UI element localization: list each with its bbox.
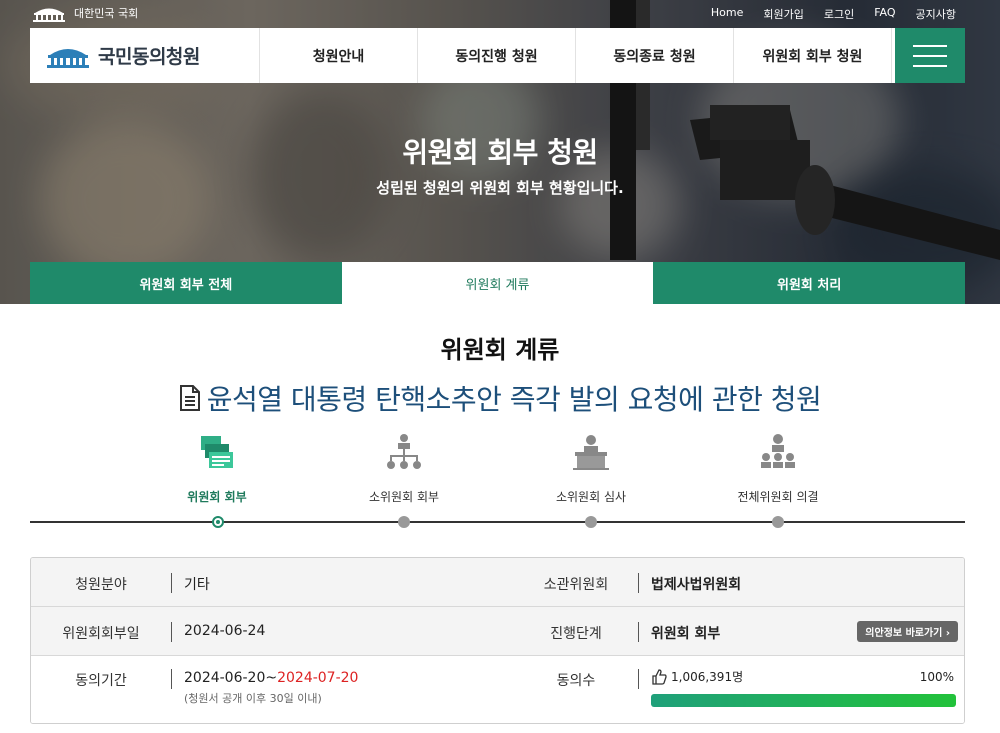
agree-progress-bar bbox=[651, 694, 956, 707]
step-track bbox=[30, 521, 965, 523]
tab-all-referred[interactable]: 위원회 회부 전체 bbox=[30, 262, 342, 304]
separator bbox=[638, 669, 639, 689]
referral-date-value: 2024-06-24 bbox=[184, 623, 266, 639]
gov-name: 대한민국 국회 bbox=[74, 7, 139, 20]
hamburger-line bbox=[913, 54, 947, 57]
period-note: (청원서 공개 이후 30일 이내) bbox=[184, 692, 322, 705]
petition-title-text: 윤석열 대통령 탄핵소추안 즉각 발의 요청에 관한 청원 bbox=[206, 383, 822, 416]
thumbs-up-icon bbox=[652, 668, 667, 685]
document-icon bbox=[179, 385, 200, 411]
step-committee-referral: 위원회 회부 bbox=[142, 430, 292, 505]
field-label: 청원분야 bbox=[75, 577, 127, 593]
assembly-building-icon bbox=[47, 48, 89, 68]
agree-count: 1,006,391명 bbox=[671, 670, 744, 684]
period-value: 2024-06-20~2024-07-20 (청원서 공개 이후 30일 이내) bbox=[184, 670, 358, 706]
step-label: 위원회 회부 bbox=[187, 490, 247, 504]
info-row: 위원회회부일 2024-06-24 진행단계 위원회 회부 의안정보 바로가기 … bbox=[31, 607, 964, 656]
faq-link[interactable]: FAQ bbox=[874, 6, 895, 22]
committee-value: 법제사법위원회 bbox=[651, 577, 742, 593]
national-assembly-logo[interactable]: 대한민국 국회 bbox=[32, 4, 138, 22]
period-label: 동의기간 bbox=[75, 673, 127, 689]
assembly-building-icon bbox=[33, 8, 65, 22]
referral-date-label: 위원회회부일 bbox=[62, 626, 140, 642]
hero-title: 위원회 회부 청원 bbox=[402, 136, 598, 169]
field-value: 기타 bbox=[184, 577, 210, 593]
site-logo[interactable]: 국민동의청원 bbox=[30, 28, 260, 83]
hamburger-line bbox=[913, 64, 947, 67]
login-link[interactable]: 로그인 bbox=[824, 6, 854, 22]
separator bbox=[171, 669, 172, 689]
step-dot bbox=[772, 516, 784, 528]
bill-info-link-button[interactable]: 의안정보 바로가기 › bbox=[857, 621, 958, 642]
info-row: 동의기간 2024-06-20~2024-07-20 (청원서 공개 이후 30… bbox=[31, 656, 964, 723]
agree-label: 동의수 bbox=[556, 673, 596, 689]
main-navigation: 국민동의청원 청원안내 동의진행 청원 동의종료 청원 위원회 회부 청원 bbox=[30, 28, 965, 83]
home-link[interactable]: Home bbox=[711, 6, 743, 22]
separator bbox=[171, 622, 172, 642]
separator bbox=[171, 573, 172, 593]
petition-title: 윤석열 대통령 탄핵소추안 즉각 발의 요청에 관한 청원 bbox=[0, 378, 1000, 418]
info-row: 청원분야 기타 소관위원회 법제사법위원회 bbox=[31, 558, 964, 607]
tab-processed[interactable]: 위원회 처리 bbox=[653, 262, 966, 304]
step-label: 소위원회 회부 bbox=[368, 490, 440, 504]
stage-label: 진행단계 bbox=[550, 626, 602, 642]
agree-count-wrap: 1,006,391명 bbox=[651, 668, 743, 685]
step-label: 소위원회 심사 bbox=[555, 490, 627, 504]
separator bbox=[638, 573, 639, 593]
nav-committee-petitions[interactable]: 위원회 회부 청원 bbox=[734, 28, 892, 83]
top-links: Home 회원가입 로그인 FAQ 공지사항 bbox=[711, 6, 956, 22]
committee-tabs: 위원회 회부 전체 위원회 계류 위원회 처리 bbox=[30, 262, 966, 304]
signup-link[interactable]: 회원가입 bbox=[763, 6, 803, 22]
documents-stack-icon bbox=[201, 436, 233, 468]
bill-link-label: 의안정보 바로가기 bbox=[865, 628, 943, 639]
hamburger-icon bbox=[913, 44, 947, 47]
agree-progress-fill bbox=[651, 694, 956, 707]
podium-speaker-icon bbox=[573, 435, 609, 470]
section-title: 위원회 계류 bbox=[440, 336, 560, 364]
period-end: 2024-07-20 bbox=[277, 670, 359, 686]
period-start: 2024-06-20~ bbox=[184, 670, 278, 686]
notice-link[interactable]: 공지사항 bbox=[916, 6, 956, 22]
agree-percent: 100% bbox=[919, 670, 954, 684]
assembly-people-icon bbox=[761, 434, 795, 468]
step-dot-active bbox=[212, 516, 224, 528]
step-subcommittee-review: 소위원회 심사 bbox=[516, 430, 666, 505]
committee-label: 소관위원회 bbox=[543, 577, 609, 593]
step-plenary-vote: 전체위원회 의결 bbox=[703, 430, 853, 505]
tab-pending[interactable]: 위원회 계류 bbox=[341, 262, 654, 304]
hero-subtitle: 성립된 청원의 위원회 회부 현황입니다. bbox=[376, 179, 624, 197]
step-dot bbox=[398, 516, 410, 528]
stage-value: 위원회 회부 bbox=[651, 626, 721, 642]
brand-name: 국민동의청원 bbox=[98, 46, 200, 68]
org-chart-icon bbox=[387, 434, 421, 469]
nav-ongoing-petitions[interactable]: 동의진행 청원 bbox=[418, 28, 576, 83]
step-dot bbox=[585, 516, 597, 528]
petition-info-table: 청원분야 기타 소관위원회 법제사법위원회 위원회회부일 2024-06-24 … bbox=[30, 557, 965, 724]
step-subcommittee-referral: 소위원회 회부 bbox=[329, 430, 479, 505]
separator bbox=[638, 622, 639, 642]
step-label: 전체위원회 의결 bbox=[737, 490, 819, 504]
hero-banner: 대한민국 국회 Home 회원가입 로그인 FAQ 공지사항 국민동의청원 청원… bbox=[0, 0, 1000, 304]
progress-steps: 위원회 회부 소위원회 회부 소위원회 심사 전체위원회 의결 bbox=[30, 430, 965, 530]
hamburger-menu-button[interactable] bbox=[895, 28, 965, 83]
nav-closed-petitions[interactable]: 동의종료 청원 bbox=[576, 28, 734, 83]
nav-petition-guide[interactable]: 청원안내 bbox=[260, 28, 418, 83]
top-utility-bar: 대한민국 국회 Home 회원가입 로그인 FAQ 공지사항 bbox=[0, 0, 1000, 28]
